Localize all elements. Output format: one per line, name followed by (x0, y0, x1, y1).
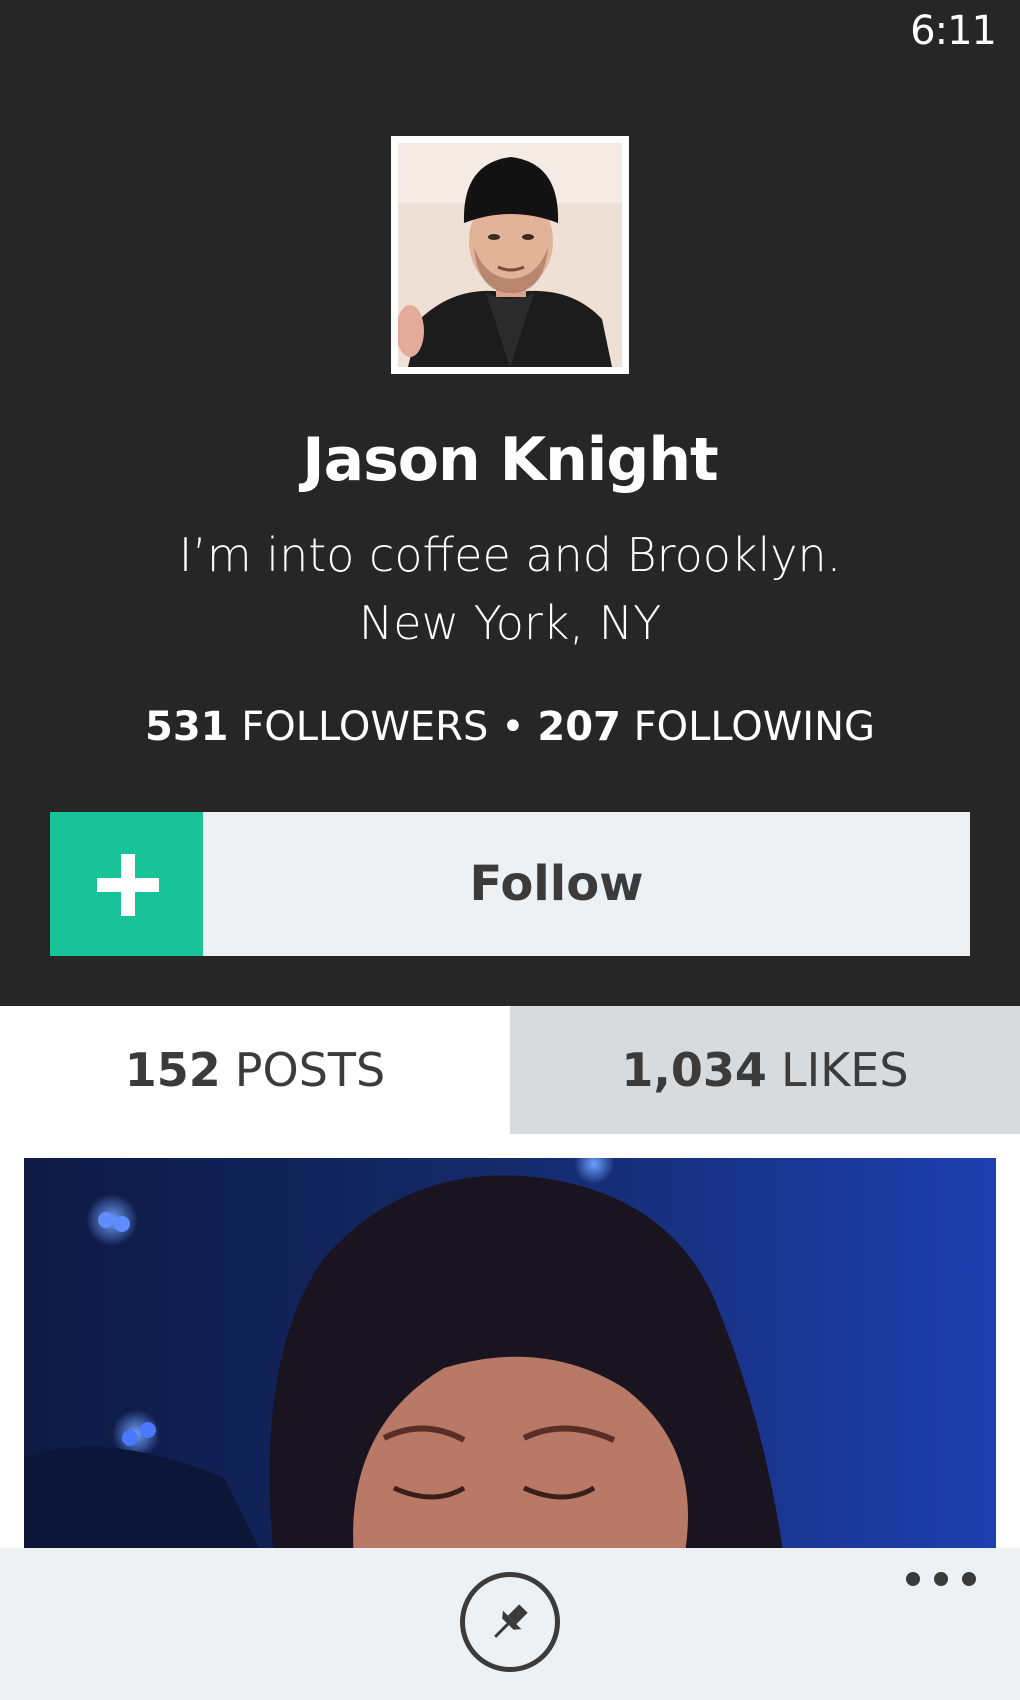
status-time: 6:11 (910, 8, 997, 54)
plus-icon-vertical (121, 854, 135, 916)
posts-label: POSTS (234, 1043, 386, 1097)
posts-count: 152 (124, 1043, 221, 1097)
likes-count: 1,034 (621, 1043, 767, 1097)
post-thumbnail[interactable] (24, 1158, 996, 1558)
profile-bio: I’m into coffee and Brooklyn. (178, 528, 842, 582)
more-dot (962, 1572, 976, 1586)
profile-screen: 6:11 Jason Knight I’m into coffee and Br… (0, 0, 1020, 1700)
tab-posts[interactable]: 152 POSTS (0, 1006, 510, 1134)
avatar-photo (398, 143, 622, 367)
more-dot (906, 1572, 920, 1586)
app-bar (0, 1548, 1020, 1700)
profile-tabs: 152 POSTS 1,034 LIKES (0, 1006, 1020, 1134)
follow-button-label: Follow (203, 812, 970, 956)
profile-location: New York, NY (358, 596, 662, 650)
profile-header: 6:11 Jason Knight I’m into coffee and Br… (0, 0, 1020, 1006)
counts-separator: • (501, 704, 525, 750)
followers-label[interactable]: FOLLOWERS (241, 704, 488, 750)
pin-icon (494, 1604, 528, 1638)
plus-icon (50, 812, 203, 956)
likes-label: LIKES (780, 1043, 909, 1097)
post-image (24, 1158, 996, 1558)
more-dot (934, 1572, 948, 1586)
followers-count[interactable]: 531 (145, 704, 229, 750)
profile-name: Jason Knight (302, 425, 718, 495)
more-icon[interactable] (906, 1564, 976, 1594)
follow-button[interactable]: Follow (50, 812, 970, 956)
follow-counts: 531 FOLLOWERS • 207 FOLLOWING (0, 704, 1020, 750)
following-count[interactable]: 207 (537, 704, 621, 750)
avatar[interactable] (391, 136, 629, 374)
following-label[interactable]: FOLLOWING (634, 704, 875, 750)
tab-likes[interactable]: 1,034 LIKES (510, 1006, 1020, 1134)
pin-button[interactable] (460, 1572, 560, 1672)
